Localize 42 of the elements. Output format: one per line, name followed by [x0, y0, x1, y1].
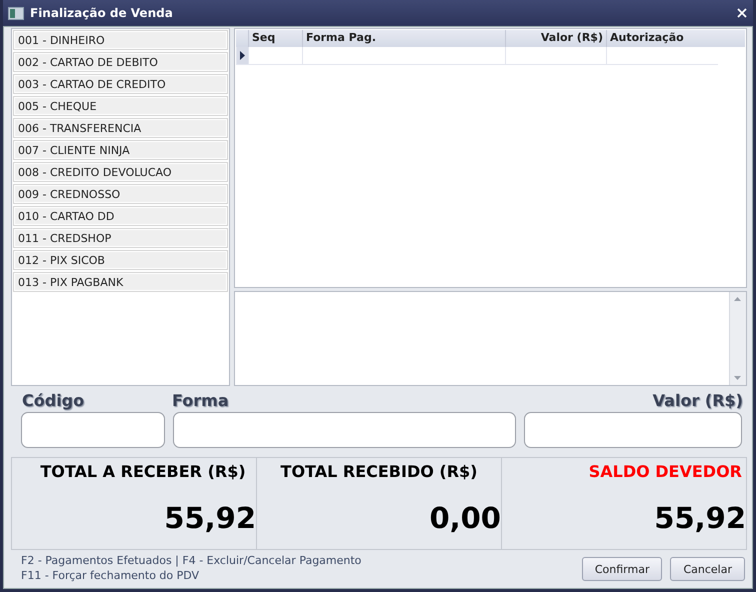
dialog-button[interactable]: Cancelar [670, 557, 745, 581]
total-value: 0,00 [428, 501, 501, 535]
scrollbar[interactable] [729, 292, 746, 385]
column-header[interactable]: Valor (R$) [505, 30, 606, 47]
input-field[interactable] [524, 412, 742, 448]
payment-method-item[interactable]: 013 - PIX PAGBANK [13, 272, 228, 292]
shortcut-hint: F11 - Forçar fechamento do PDV [21, 568, 200, 583]
input-field[interactable] [173, 412, 516, 448]
payment-method-item[interactable]: 003 - CARTAO DE CREDITO [13, 74, 228, 94]
total-label: TOTAL A RECEBER (R$) [39, 462, 247, 481]
notes-area[interactable] [234, 291, 747, 386]
field-label: Forma [172, 391, 230, 410]
window-title: Finalização de Venda [30, 6, 174, 20]
payment-method-item[interactable]: 008 - CREDITO DEVOLUCAO [13, 162, 228, 182]
dialog-button[interactable]: Confirmar [582, 557, 662, 581]
payment-method-item[interactable]: 006 - TRANSFERENCIA [13, 118, 228, 138]
column-header[interactable]: Autorização [606, 30, 718, 47]
payment-method-item[interactable]: 005 - CHEQUE [13, 96, 228, 116]
table-cell[interactable] [302, 47, 505, 65]
field-label: Valor (R$) [652, 391, 743, 410]
total-label: TOTAL RECEBIDO (R$) [280, 462, 478, 481]
current-row-icon [240, 51, 245, 60]
table-cell[interactable] [248, 47, 302, 65]
column-header[interactable]: Forma Pag. [302, 30, 505, 47]
close-icon[interactable] [737, 8, 747, 18]
input-field[interactable] [21, 412, 165, 448]
payment-method-item[interactable]: 012 - PIX SICOB [13, 250, 228, 270]
payment-method-item[interactable]: 007 - CLIENTE NINJA [13, 140, 228, 160]
payment-method-item[interactable]: 002 - CARTAO DE DEBITO [13, 52, 228, 72]
total-value: 55,92 [653, 501, 746, 535]
payment-method-item[interactable]: 001 - DINHEIRO [13, 30, 228, 50]
payment-method-item[interactable]: 011 - CREDSHOP [13, 228, 228, 248]
column-header[interactable]: Seq [248, 30, 302, 47]
total-label: SALDO DEVEDOR [588, 462, 743, 481]
field-label: Código [22, 391, 86, 410]
payment-method-item[interactable]: 009 - CREDNOSSO [13, 184, 228, 204]
table-cell[interactable] [505, 47, 606, 65]
total-value: 55,92 [163, 501, 256, 535]
shortcut-hint: F2 - Pagamentos Efetuados | F4 - Excluir/Cancelar Pagamento [21, 553, 362, 568]
window-icon [8, 6, 24, 20]
payment-method-item[interactable]: 010 - CARTAO DD [13, 206, 228, 226]
table-cell[interactable] [606, 47, 718, 65]
